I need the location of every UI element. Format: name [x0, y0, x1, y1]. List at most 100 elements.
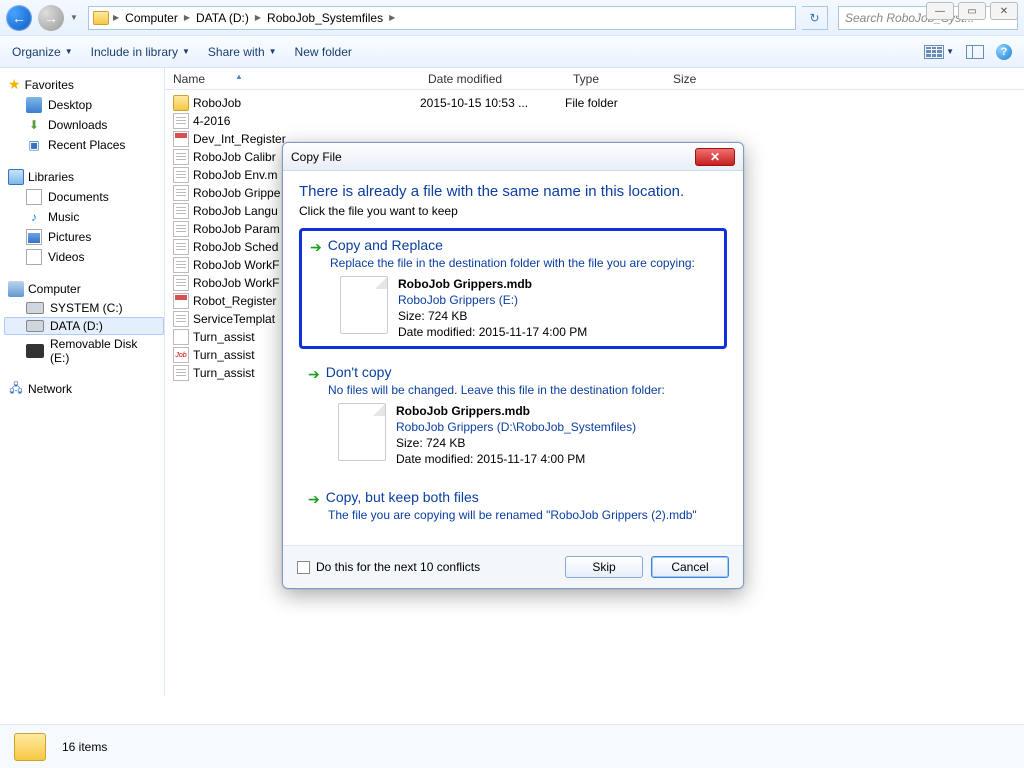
view-mode-button[interactable]: ▼: [924, 45, 954, 59]
arrow-right-icon: ➔: [308, 491, 320, 508]
breadcrumb-data[interactable]: DATA (D:): [194, 11, 251, 25]
sidebar-item-downloads[interactable]: ⬇Downloads: [4, 115, 164, 135]
sidebar-favorites-header[interactable]: ★Favorites: [4, 74, 164, 95]
file-name: Robot_Register: [193, 294, 276, 308]
dialog-instruction: Click the file you want to keep: [299, 204, 727, 218]
library-icon: [8, 169, 24, 185]
chevron-right-icon[interactable]: ▶: [253, 13, 263, 22]
recent-icon: ▣: [26, 137, 42, 153]
address-bar[interactable]: ▶ Computer ▶ DATA (D:) ▶ RoboJob_Systemf…: [88, 6, 796, 30]
organize-menu[interactable]: Organize▼: [12, 45, 73, 59]
sidebar-item-music[interactable]: ♪Music: [4, 207, 164, 227]
sidebar: ★Favorites Desktop ⬇Downloads ▣Recent Pl…: [0, 68, 165, 696]
sort-asc-icon: ▲: [235, 72, 243, 86]
cfg-icon: [173, 329, 189, 345]
option-dont-copy[interactable]: ➔Don't copy No files will be changed. Le…: [299, 357, 727, 474]
option-sub: The file you are copying will be renamed…: [328, 508, 718, 522]
share-with-menu[interactable]: Share with▼: [208, 45, 277, 59]
dialog-titlebar[interactable]: Copy File ✕: [283, 143, 743, 171]
chevron-right-icon[interactable]: ▶: [182, 13, 192, 22]
back-button[interactable]: ←: [6, 5, 32, 31]
sidebar-item-data-d[interactable]: DATA (D:): [4, 317, 164, 335]
txt-icon: [173, 203, 189, 219]
arrow-right-icon: ➔: [308, 366, 320, 383]
view-grid-icon: [924, 45, 944, 59]
option-sub: Replace the file in the destination fold…: [330, 256, 716, 270]
documents-icon: [26, 189, 42, 205]
option-sub: No files will be changed. Leave this fil…: [328, 383, 718, 397]
file-meta: RoboJob Grippers.mdb RoboJob Grippers (E…: [398, 276, 587, 340]
folder-icon: [14, 733, 46, 761]
skip-button[interactable]: Skip: [565, 556, 643, 578]
sidebar-libraries-header[interactable]: Libraries: [4, 167, 164, 187]
apply-all-checkbox[interactable]: [297, 561, 310, 574]
music-icon: ♪: [26, 209, 42, 225]
help-button[interactable]: ?: [996, 44, 1012, 60]
status-bar: 16 items: [0, 724, 1024, 768]
file-name: Turn_assist: [193, 366, 255, 380]
arrow-right-icon: ➔: [310, 239, 322, 256]
sidebar-item-desktop[interactable]: Desktop: [4, 95, 164, 115]
file-row[interactable]: 4-2016: [165, 112, 1024, 130]
chevron-right-icon[interactable]: ▶: [111, 13, 121, 22]
item-count: 16 items: [62, 740, 107, 754]
column-date[interactable]: Date modified: [420, 72, 565, 86]
pictures-icon: [26, 229, 42, 245]
file-type: File folder: [565, 96, 665, 110]
file-name: Turn_assist: [193, 348, 255, 362]
apply-all-label: Do this for the next 10 conflicts: [316, 560, 480, 574]
sidebar-item-videos[interactable]: Videos: [4, 247, 164, 267]
file-icon: [340, 276, 388, 334]
file-name: RoboJob Param: [193, 222, 280, 236]
cancel-button[interactable]: Cancel: [651, 556, 729, 578]
chevron-right-icon[interactable]: ▶: [387, 13, 397, 22]
file-icon: [338, 403, 386, 461]
sidebar-item-recent[interactable]: ▣Recent Places: [4, 135, 164, 155]
forward-button[interactable]: →: [38, 5, 64, 31]
txt-icon: [173, 275, 189, 291]
minimize-button[interactable]: —: [926, 2, 954, 20]
sidebar-item-removable-e[interactable]: Removable Disk (E:): [4, 335, 164, 367]
preview-pane-button[interactable]: [966, 45, 984, 59]
txt-icon: [173, 113, 189, 129]
breadcrumb-folder[interactable]: RoboJob_Systemfiles: [265, 11, 385, 25]
column-size[interactable]: Size: [665, 72, 745, 86]
dialog-close-button[interactable]: ✕: [695, 148, 735, 166]
maximize-button[interactable]: ▭: [958, 2, 986, 20]
download-icon: ⬇: [26, 117, 42, 133]
sidebar-network-header[interactable]: 🖧Network: [4, 379, 164, 399]
file-name: RoboJob WorkF: [193, 276, 279, 290]
history-dropdown[interactable]: ▼: [70, 13, 82, 22]
option-keep-both[interactable]: ➔Copy, but keep both files The file you …: [299, 482, 727, 529]
option-copy-replace[interactable]: ➔Copy and Replace Replace the file in th…: [299, 228, 727, 349]
sidebar-item-documents[interactable]: Documents: [4, 187, 164, 207]
file-name: RoboJob Langu: [193, 204, 278, 218]
file-name: ServiceTemplat: [193, 312, 275, 326]
txt-icon: [173, 167, 189, 183]
txt-icon: [173, 221, 189, 237]
file-name: RoboJob: [193, 96, 241, 110]
breadcrumb-computer[interactable]: Computer: [123, 11, 180, 25]
window-close-button[interactable]: ✕: [990, 2, 1018, 20]
file-name: RoboJob WorkF: [193, 258, 279, 272]
refresh-button[interactable]: ↻: [802, 6, 828, 30]
new-folder-button[interactable]: New folder: [295, 45, 352, 59]
column-type[interactable]: Type: [565, 72, 665, 86]
txt-icon: [173, 311, 189, 327]
file-row[interactable]: RoboJob2015-10-15 10:53 ...File folder: [165, 94, 1024, 112]
drive-icon: [26, 320, 44, 332]
computer-icon: [8, 281, 24, 297]
include-library-menu[interactable]: Include in library▼: [91, 45, 190, 59]
column-name[interactable]: Name▲: [165, 72, 420, 86]
db-icon: [173, 131, 189, 147]
drive-icon: [26, 302, 44, 314]
file-name: RoboJob Sched: [193, 240, 278, 254]
file-name: RoboJob Grippe: [193, 186, 280, 200]
file-name: RoboJob Calibr: [193, 150, 276, 164]
sidebar-item-pictures[interactable]: Pictures: [4, 227, 164, 247]
sidebar-computer-header[interactable]: Computer: [4, 279, 164, 299]
sidebar-item-system-c[interactable]: SYSTEM (C:): [4, 299, 164, 317]
star-icon: ★: [8, 76, 21, 93]
nav-bar: ← → ▼ ▶ Computer ▶ DATA (D:) ▶ RoboJob_S…: [0, 0, 1024, 36]
dialog-footer: Do this for the next 10 conflicts Skip C…: [283, 545, 743, 588]
